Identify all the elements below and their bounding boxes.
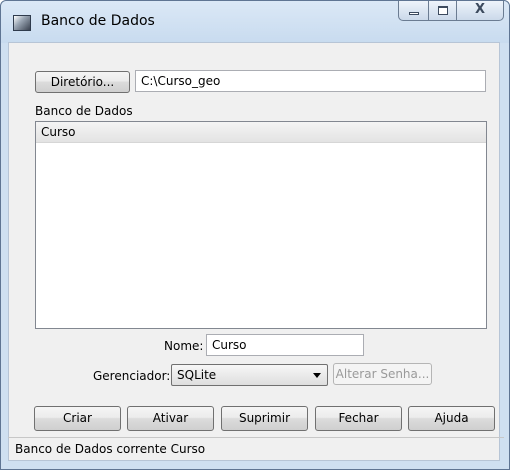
activate-button[interactable]: Ativar (127, 406, 214, 431)
caption-buttons: X (398, 1, 504, 23)
create-button[interactable]: Criar (34, 406, 121, 431)
close-icon: X (474, 2, 486, 17)
chevron-down-icon (313, 373, 321, 378)
database-app-icon (13, 15, 31, 31)
maximize-button[interactable] (428, 1, 456, 21)
list-item[interactable]: Curso (36, 122, 486, 143)
title-bar[interactable]: Banco de Dados X (1, 1, 509, 43)
database-list[interactable]: Curso (35, 121, 487, 329)
close-button[interactable]: X (456, 1, 504, 21)
create-button-label: Criar (63, 411, 92, 425)
name-field[interactable]: Curso (206, 334, 364, 356)
name-label: Nome: (164, 339, 204, 353)
database-list-label: Banco de Dados (35, 104, 133, 118)
status-bar: Banco de Dados corrente Curso (15, 442, 206, 456)
directory-button[interactable]: Diretório... (35, 71, 130, 93)
directory-button-label: Diretório... (50, 75, 115, 89)
minimize-icon (409, 12, 419, 15)
help-button-label: Ajuda (434, 411, 469, 425)
window-title: Banco de Dados (41, 13, 155, 29)
minimize-button[interactable] (398, 1, 428, 21)
change-password-label: Alterar Senha... (335, 367, 430, 381)
delete-button[interactable]: Suprimir (221, 406, 308, 431)
delete-button-label: Suprimir (238, 411, 291, 425)
activate-button-label: Ativar (152, 411, 189, 425)
directory-path-field[interactable]: C:\Curso_geo (135, 70, 486, 92)
manager-select[interactable]: SQLite (171, 364, 328, 386)
maximize-icon (438, 6, 448, 15)
change-password-button[interactable]: Alterar Senha... (333, 363, 432, 385)
close-dialog-button[interactable]: Fechar (315, 406, 402, 431)
help-button[interactable]: Ajuda (408, 406, 495, 431)
manager-label: Gerenciador: (93, 369, 171, 383)
manager-select-value: SQLite (177, 368, 217, 382)
close-dialog-button-label: Fechar (338, 411, 379, 425)
